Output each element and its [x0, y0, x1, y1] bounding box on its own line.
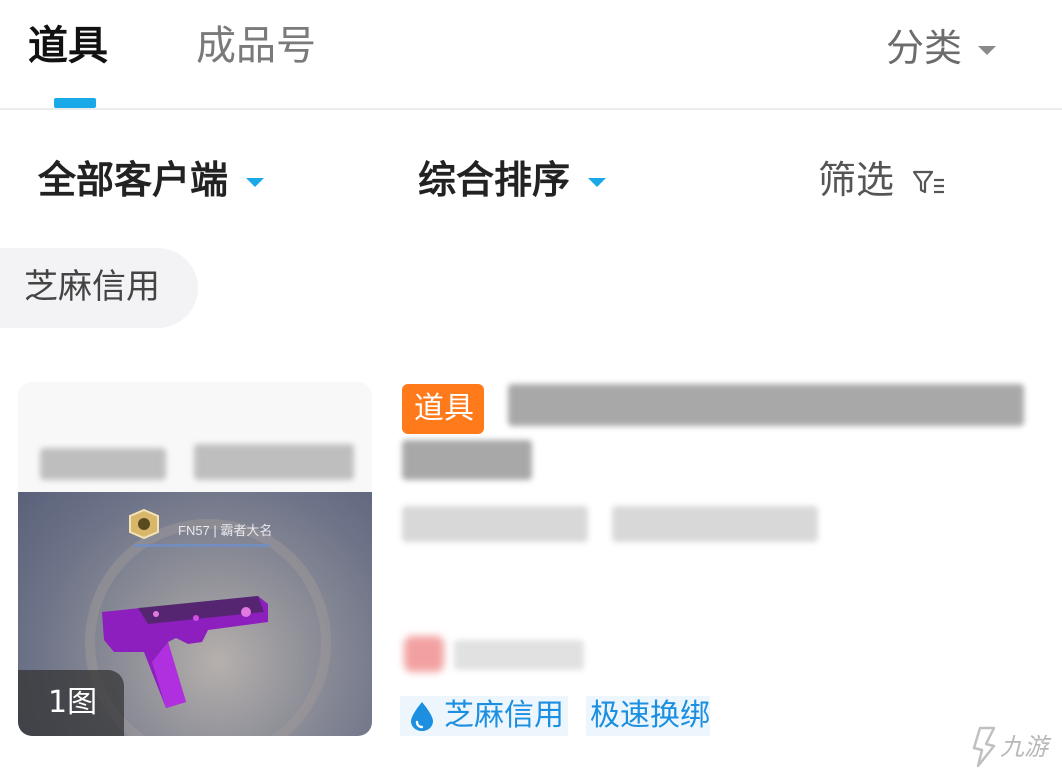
active-tab-indicator: [54, 98, 96, 108]
blurred-meta-text: [402, 506, 588, 542]
screen-filter-label: 筛选: [818, 158, 895, 202]
category-label: 分类: [885, 26, 962, 70]
filter-funnel-icon: [913, 170, 945, 193]
sort-dropdown[interactable]: 综合排序: [418, 152, 607, 208]
blurred-meta-text: [612, 506, 818, 542]
blurred-price-text: [454, 640, 584, 670]
item-type-label: 道具: [414, 391, 474, 426]
watermark-logo-icon: [972, 726, 996, 768]
fast-swap-badge: 极速换绑: [586, 696, 710, 736]
zhima-credit-badge-label: 芝麻信用: [444, 698, 564, 733]
listing-thumbnail[interactable]: FN57 | 霸者大名 1图: [18, 382, 372, 736]
fast-swap-badge-label: 极速换绑: [590, 698, 710, 733]
blurred-price: [404, 636, 444, 672]
client-filter-label: 全部客户端: [38, 158, 229, 202]
category-dropdown[interactable]: 分类: [886, 22, 996, 74]
watermark-text: 九游: [1000, 733, 1048, 761]
zhima-credit-badge: 芝麻信用: [400, 696, 568, 736]
caret-down-icon: [246, 178, 265, 187]
caret-down-icon: [978, 46, 996, 55]
tab-items[interactable]: 道具: [28, 18, 108, 74]
zhima-credit-chip[interactable]: 芝麻信用: [0, 248, 198, 328]
site-watermark: 九游: [970, 722, 1060, 770]
blurred-listing-title: [402, 440, 532, 480]
image-count-label: 1图: [48, 685, 98, 720]
blurred-listing-title: [508, 384, 1024, 426]
image-count-badge: 1图: [18, 670, 124, 736]
caret-down-icon: [588, 178, 607, 187]
thumbnail-title-area: [18, 382, 372, 492]
chip-label: 芝麻信用: [24, 267, 160, 307]
water-drop-icon: [411, 702, 433, 731]
screen-filter-button[interactable]: 筛选: [818, 152, 946, 208]
blurred-text: [194, 444, 354, 480]
item-type-tag: 道具: [402, 384, 484, 434]
client-filter-dropdown[interactable]: 全部客户端: [38, 152, 265, 208]
tab-accounts[interactable]: 成品号: [196, 18, 316, 74]
top-tab-bar: 道具 成品号 分类: [0, 0, 1062, 110]
weapon-name-label: FN57 | 霸者大名: [178, 523, 273, 538]
sort-label: 综合排序: [418, 158, 571, 202]
blurred-text: [40, 448, 166, 480]
